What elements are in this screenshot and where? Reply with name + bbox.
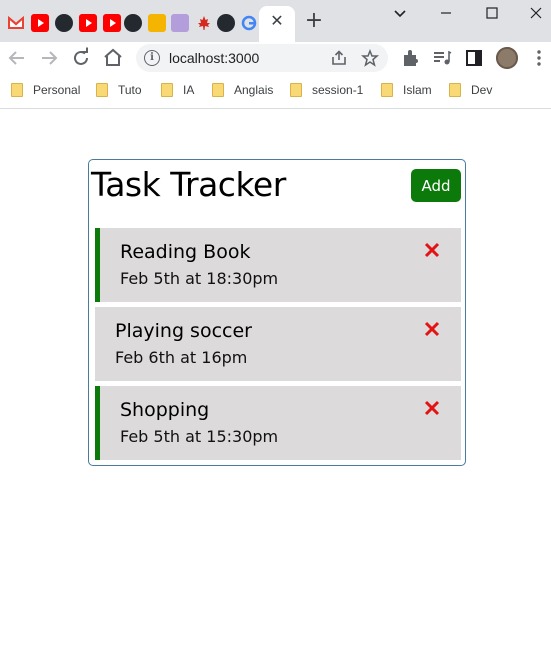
maximize-icon[interactable] — [481, 6, 503, 24]
new-tab-button[interactable]: + — [303, 10, 325, 32]
back-icon[interactable] — [5, 46, 29, 70]
bookmarks-bar — [0, 78, 551, 102]
folder-icon — [96, 83, 108, 97]
share-icon[interactable] — [330, 49, 348, 67]
extensions-icon[interactable] — [399, 47, 421, 69]
folder-icon — [212, 83, 224, 97]
task-item[interactable]: Shopping Feb 5th at 15:30pm — [95, 386, 461, 460]
home-icon[interactable] — [101, 46, 125, 70]
bookmark-star-icon[interactable] — [361, 48, 379, 67]
bookmark-personal[interactable]: Personal — [33, 81, 80, 99]
app-icon[interactable] — [171, 14, 189, 32]
task-day: Feb 5th at 15:30pm — [120, 427, 279, 446]
folder-icon — [11, 83, 23, 97]
bookmark-islam[interactable]: Islam — [403, 81, 432, 99]
bookmark-ia[interactable]: IA — [183, 81, 194, 99]
reload-icon[interactable] — [69, 46, 93, 70]
github-icon[interactable] — [217, 14, 235, 32]
tab-search-icon[interactable] — [389, 6, 411, 24]
delete-task-icon[interactable] — [423, 241, 441, 259]
folder-icon — [381, 83, 393, 97]
app-title: Task Tracker — [91, 165, 286, 204]
close-tab-icon[interactable]: ✕ — [268, 12, 286, 30]
media-control-icon[interactable] — [431, 47, 453, 69]
task-item[interactable]: Playing soccer Feb 6th at 16pm — [95, 307, 461, 381]
google-icon[interactable] — [240, 14, 258, 32]
address-url[interactable]: localhost:3000 — [169, 50, 259, 66]
profile-avatar[interactable] — [496, 47, 518, 69]
task-item[interactable]: Reading Book Feb 5th at 18:30pm — [95, 228, 461, 302]
youtube-icon[interactable] — [103, 14, 121, 32]
address-bar[interactable]: i localhost:3000 — [136, 44, 388, 72]
close-window-icon[interactable] — [525, 6, 547, 24]
task-text: Playing soccer — [115, 320, 252, 342]
menu-kebab-icon[interactable] — [528, 47, 550, 69]
youtube-icon[interactable] — [79, 14, 97, 32]
site-info-icon[interactable]: i — [144, 50, 160, 66]
delete-task-icon[interactable] — [423, 320, 441, 338]
app-icon[interactable] — [148, 14, 166, 32]
folder-icon — [449, 83, 461, 97]
task-text: Shopping — [120, 399, 210, 421]
chrome-divider — [0, 108, 551, 109]
bookmark-dev[interactable]: Dev — [471, 81, 492, 99]
bookmark-anglais[interactable]: Anglais — [234, 81, 273, 99]
side-panel-icon[interactable] — [463, 47, 485, 69]
canada-icon[interactable] — [195, 14, 213, 32]
task-day: Feb 5th at 18:30pm — [120, 269, 279, 288]
add-task-button[interactable]: Add — [411, 169, 461, 202]
youtube-icon[interactable] — [31, 14, 49, 32]
forward-icon[interactable] — [37, 46, 61, 70]
task-text: Reading Book — [120, 241, 251, 263]
folder-icon — [161, 83, 173, 97]
minimize-icon[interactable] — [435, 6, 457, 24]
task-day: Feb 6th at 16pm — [115, 348, 248, 367]
task-tracker-container: Task Tracker Add Reading Book Feb 5th at… — [88, 159, 466, 466]
tab-strip: ✕ + — [0, 0, 551, 42]
github-icon[interactable] — [55, 14, 73, 32]
folder-icon — [290, 83, 302, 97]
bookmark-session-1[interactable]: session-1 — [312, 81, 363, 99]
delete-task-icon[interactable] — [423, 399, 441, 417]
github-icon[interactable] — [124, 14, 142, 32]
bookmark-tuto[interactable]: Tuto — [118, 81, 142, 99]
gmail-icon[interactable] — [7, 14, 25, 32]
